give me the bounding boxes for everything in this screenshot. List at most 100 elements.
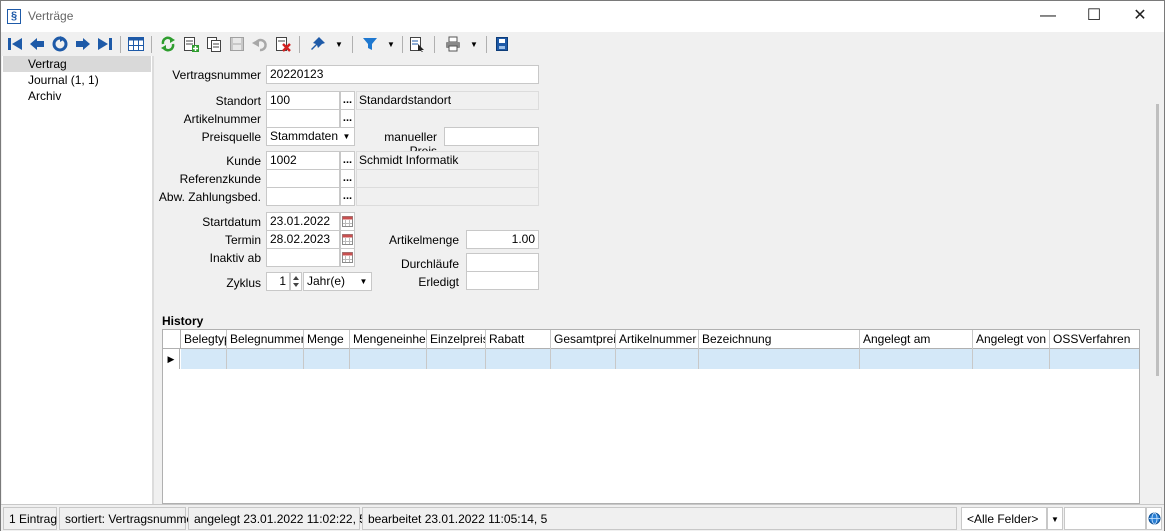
abw-zahlungsbed-field[interactable] bbox=[266, 187, 340, 206]
delete-icon[interactable] bbox=[273, 34, 293, 54]
next-record-icon[interactable] bbox=[73, 34, 93, 54]
field-filter-select[interactable]: <Alle Felder> bbox=[961, 507, 1047, 530]
label-zyklus: Zyklus bbox=[226, 276, 261, 290]
standort-name: Standardstandort bbox=[356, 91, 539, 110]
nav-item-journal[interactable]: Journal (1, 1) bbox=[3, 72, 151, 88]
zyklus-field[interactable]: 1 bbox=[266, 272, 290, 291]
artikelnummer-lookup-button[interactable]: ... bbox=[340, 109, 355, 128]
table-cell[interactable] bbox=[304, 349, 350, 369]
referenzkunde-lookup-button[interactable]: ... bbox=[340, 169, 355, 188]
column-header[interactable]: Mengeneinheit bbox=[350, 330, 427, 349]
kunde-lookup-button[interactable]: ... bbox=[340, 151, 355, 170]
globe-search-icon[interactable] bbox=[1146, 507, 1162, 530]
toolbar-separator bbox=[151, 36, 152, 53]
toolbar-separator bbox=[486, 36, 487, 53]
calendar-icon[interactable] bbox=[340, 248, 355, 267]
label-preisquelle: Preisquelle bbox=[201, 130, 261, 144]
table-cell[interactable] bbox=[427, 349, 486, 369]
chevron-down-icon[interactable]: ▼ bbox=[339, 128, 354, 145]
table-cell[interactable] bbox=[616, 349, 699, 369]
nav-item-vertrag[interactable]: Vertrag bbox=[3, 56, 151, 72]
vertragsnummer-field[interactable]: 20220123 bbox=[266, 65, 539, 84]
label-durchlaeufe: Durchläufe bbox=[400, 257, 459, 271]
navigation-panel: Vertrag Journal (1, 1) Archiv bbox=[2, 56, 152, 504]
artikelnummer-field[interactable] bbox=[266, 109, 340, 128]
vertical-scrollbar[interactable] bbox=[1142, 56, 1164, 504]
zyklus-spinner[interactable] bbox=[290, 272, 302, 291]
toolbar: ▼ ▼ ▼ bbox=[1, 32, 1164, 56]
filter-icon[interactable] bbox=[359, 34, 381, 54]
column-header[interactable]: Menge bbox=[304, 330, 350, 349]
close-button[interactable]: ✕ bbox=[1117, 1, 1163, 32]
filter-dropdown-icon[interactable]: ▼ bbox=[385, 34, 397, 54]
copy-record-icon[interactable] bbox=[204, 34, 224, 54]
inaktiv-ab-field[interactable] bbox=[266, 248, 340, 267]
column-header[interactable]: Angelegt von bbox=[973, 330, 1050, 349]
prev-record-icon[interactable] bbox=[27, 34, 47, 54]
label-artikelnummer: Artikelnummer bbox=[183, 112, 261, 126]
calendar-icon[interactable] bbox=[340, 212, 355, 231]
table-cell[interactable] bbox=[860, 349, 973, 369]
abw-zahlungsbed-lookup-button[interactable]: ... bbox=[340, 187, 355, 206]
label-startdatum: Startdatum bbox=[202, 215, 261, 229]
chevron-down-icon[interactable]: ▼ bbox=[356, 273, 371, 290]
label-artikelmenge: Artikelmenge bbox=[388, 233, 459, 247]
maximize-button[interactable]: ☐ bbox=[1071, 1, 1117, 32]
row-indicator-icon: ▶ bbox=[163, 349, 180, 369]
durchlaeufe-field[interactable] bbox=[466, 253, 539, 272]
table-cell[interactable] bbox=[699, 349, 860, 369]
column-header[interactable]: Einzelpreis bbox=[427, 330, 486, 349]
table-view-icon[interactable] bbox=[126, 34, 146, 54]
table-cell[interactable] bbox=[227, 349, 304, 369]
print-icon[interactable] bbox=[442, 34, 464, 54]
print-dropdown-icon[interactable]: ▼ bbox=[468, 34, 480, 54]
standort-field[interactable]: 100 bbox=[266, 91, 340, 110]
table-cell[interactable] bbox=[973, 349, 1050, 369]
kunde-field[interactable]: 1002 bbox=[266, 151, 340, 170]
status-record-count: 1 Eintrag bbox=[3, 507, 57, 530]
termin-field[interactable]: 28.02.2023 bbox=[266, 230, 340, 249]
label-erledigt: Erledigt bbox=[418, 275, 459, 289]
scrollbar-thumb[interactable] bbox=[1156, 104, 1159, 376]
column-header[interactable]: Belegtyp bbox=[181, 330, 227, 349]
reload-icon[interactable] bbox=[158, 34, 178, 54]
column-header[interactable]: Belegnummer bbox=[227, 330, 304, 349]
minimize-button[interactable]: — bbox=[1025, 1, 1071, 32]
pin-dropdown-icon[interactable]: ▼ bbox=[333, 34, 345, 54]
table-row[interactable]: ▶ bbox=[163, 349, 1139, 369]
standort-lookup-button[interactable]: ... bbox=[340, 91, 355, 110]
column-header[interactable]: Gesamtpreis bbox=[551, 330, 616, 349]
startdatum-field[interactable]: 23.01.2022 bbox=[266, 212, 340, 231]
toolbar-separator bbox=[402, 36, 403, 53]
table-cell[interactable] bbox=[1050, 349, 1139, 369]
column-header[interactable]: Angelegt am bbox=[860, 330, 973, 349]
table-cell[interactable] bbox=[350, 349, 427, 369]
erledigt-field[interactable] bbox=[466, 271, 539, 290]
table-cell[interactable] bbox=[181, 349, 227, 369]
chevron-down-icon[interactable]: ▼ bbox=[1047, 507, 1063, 530]
nav-item-archiv[interactable]: Archiv bbox=[3, 88, 151, 104]
referenzkunde-field[interactable] bbox=[266, 169, 340, 188]
search-input[interactable] bbox=[1064, 507, 1146, 530]
column-header[interactable]: Rabatt bbox=[486, 330, 551, 349]
calendar-icon[interactable] bbox=[340, 230, 355, 249]
refresh-record-icon[interactable] bbox=[50, 34, 70, 54]
toolbar-separator bbox=[434, 36, 435, 53]
table-cell[interactable] bbox=[486, 349, 551, 369]
window-title: Verträge bbox=[28, 9, 74, 23]
manueller-preis-field[interactable] bbox=[444, 127, 539, 146]
table-cell[interactable] bbox=[551, 349, 616, 369]
artikelmenge-field[interactable]: 1.00 bbox=[466, 230, 539, 249]
app-icon: § bbox=[7, 9, 21, 24]
label-standort: Standort bbox=[215, 94, 261, 108]
column-header[interactable]: Bezeichnung bbox=[699, 330, 860, 349]
first-record-icon[interactable] bbox=[5, 34, 25, 54]
abw-zahlungsbed-name bbox=[356, 187, 539, 206]
column-header[interactable]: Artikelnummer bbox=[616, 330, 699, 349]
column-header[interactable]: OSSVerfahren bbox=[1050, 330, 1139, 349]
pin-icon[interactable] bbox=[307, 34, 329, 54]
document-search-icon[interactable] bbox=[407, 34, 427, 54]
new-record-icon[interactable] bbox=[181, 34, 201, 54]
save-disk-icon[interactable] bbox=[492, 34, 512, 54]
last-record-icon[interactable] bbox=[95, 34, 115, 54]
